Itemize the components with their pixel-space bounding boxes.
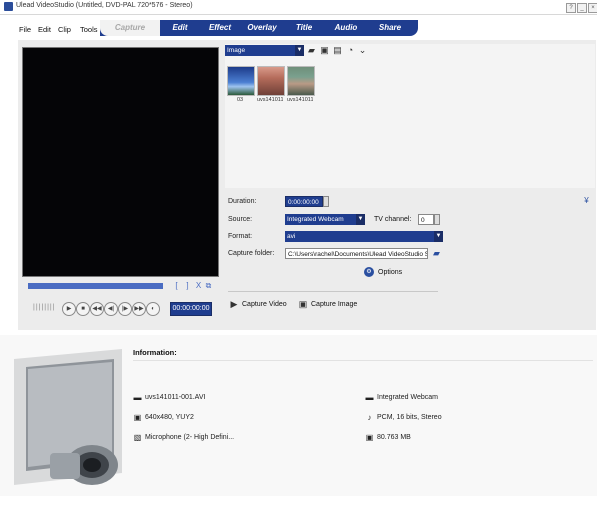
menu-tools[interactable]: Tools — [80, 25, 98, 34]
tab-effect[interactable]: Effect — [200, 20, 240, 36]
import-icon[interactable]: ▣ — [320, 45, 329, 56]
source-label: Source: — [228, 216, 253, 223]
sort-icon[interactable]: ◔ — [346, 45, 355, 56]
tv-channel-field[interactable]: 0 — [418, 214, 434, 225]
collapse-icon[interactable]: ¥ — [582, 196, 591, 205]
tab-edit[interactable]: Edit — [160, 20, 200, 36]
previous-frame-icon[interactable]: ◀| — [104, 302, 118, 316]
options-icon[interactable]: ⚙ — [364, 267, 374, 277]
information-title: Information: — [133, 348, 177, 357]
thumbnail-label: 03 — [236, 97, 244, 103]
monitor-camera-illustration — [14, 349, 122, 485]
divider — [228, 291, 438, 292]
folder-open-icon[interactable]: ▰ — [307, 45, 316, 56]
window-title: Ulead VideoStudio (Untitled, DVD-PAL 720… — [16, 2, 193, 9]
capture-video-icon[interactable]: ▶ — [229, 299, 239, 309]
format-select[interactable]: avi — [285, 231, 435, 242]
library-thumbnail[interactable] — [287, 66, 315, 96]
menu-file[interactable]: File — [19, 25, 31, 34]
tv-channel-stepper[interactable] — [434, 214, 440, 225]
duration-stepper[interactable] — [323, 196, 329, 207]
tab-title[interactable]: Title — [284, 20, 324, 36]
chevron-down-icon[interactable]: ▼ — [295, 45, 304, 56]
mark-in-button[interactable]: [ — [172, 281, 181, 291]
step-tabs: Capture Edit Effect Overlay Title Audio … — [100, 20, 418, 36]
film-icon: ▬ — [133, 393, 142, 402]
info-audio-device: Microphone (2- High Defini... — [145, 434, 235, 441]
library-manager-icon[interactable]: ▤ — [333, 45, 342, 56]
next-frame-icon[interactable]: |▶ — [118, 302, 132, 316]
library-thumbnail[interactable] — [227, 66, 255, 96]
library-options-icon[interactable]: ⌄ — [358, 45, 367, 56]
duration-field[interactable]: 0:00:00:00 — [285, 196, 323, 207]
capture-video-button[interactable]: Capture Video — [242, 301, 287, 308]
information-divider — [133, 360, 593, 361]
jog-slider[interactable]: |||||||| — [33, 304, 56, 311]
capture-image-icon[interactable]: ▣ — [298, 299, 308, 309]
close-window-button[interactable]: × — [588, 3, 597, 13]
info-free-space: 80.763 MB — [377, 434, 411, 441]
menu-edit[interactable]: Edit — [38, 25, 51, 34]
enlarge-preview-button[interactable]: ⧉ — [204, 281, 213, 291]
menu-clip[interactable]: Clip — [58, 25, 71, 34]
capture-image-button[interactable]: Capture Image — [311, 301, 357, 308]
minimize-window-button[interactable]: _ — [577, 3, 587, 13]
stop-icon[interactable]: ■ — [76, 302, 90, 316]
library-thumbnail[interactable] — [257, 66, 285, 96]
capture-folder-label: Capture folder: — [228, 250, 275, 257]
info-audio-format: PCM, 16 bits, Stereo — [377, 414, 442, 421]
preview-window — [22, 47, 219, 277]
video-format-icon: ▣ — [133, 413, 142, 422]
duration-label: Duration: — [228, 198, 257, 205]
status-strip — [0, 496, 597, 512]
play-icon[interactable]: ▶ — [62, 302, 76, 316]
volume-icon[interactable]: ◐ — [146, 302, 160, 316]
tab-audio[interactable]: Audio — [324, 20, 368, 36]
microphone-icon: ▧ — [133, 433, 142, 442]
capture-folder-field[interactable]: C:\Users\rachel\Documents\Ulead VideoStu… — [285, 248, 428, 259]
source-select[interactable]: Integrated Webcam — [285, 214, 357, 225]
tab-capture[interactable]: Capture — [100, 20, 160, 36]
app-icon — [4, 2, 13, 11]
scrubber-bar[interactable] — [28, 283, 163, 289]
tab-share[interactable]: Share — [368, 20, 412, 36]
tab-overlay[interactable]: Overlay — [240, 20, 284, 36]
mark-out-button[interactable]: ] — [183, 281, 192, 291]
options-button[interactable]: Options — [378, 269, 402, 276]
thumbnail-label: uvs141011... — [257, 97, 283, 103]
chevron-down-icon[interactable]: ▼ — [356, 214, 365, 225]
cut-clip-button[interactable]: X — [194, 281, 203, 291]
chevron-down-icon[interactable]: ▼ — [434, 231, 443, 242]
expand-icon[interactable] — [370, 45, 379, 56]
audio-format-icon: ♪ — [367, 413, 372, 422]
disk-icon: ▣ — [365, 433, 374, 442]
webcam-icon: ▬ — [365, 393, 374, 402]
help-window-button[interactable]: ? — [566, 3, 576, 13]
thumbnail-label: uvs141011... — [287, 97, 313, 103]
info-resolution: 640x480, YUY2 — [145, 414, 194, 421]
tv-channel-label: TV channel: — [374, 216, 412, 223]
player-timecode[interactable]: 00:00:00:00 — [170, 302, 212, 316]
folder-icon[interactable]: ▰ — [431, 248, 442, 259]
info-video-device: Integrated Webcam — [377, 394, 438, 401]
library-dropdown[interactable]: Image — [225, 45, 303, 56]
rewind-icon[interactable]: ◀◀ — [90, 302, 104, 316]
format-label: Format: — [228, 233, 253, 240]
fast-forward-icon[interactable]: ▶▶ — [132, 302, 146, 316]
info-filename: uvs141011-001.AVI — [145, 394, 206, 401]
